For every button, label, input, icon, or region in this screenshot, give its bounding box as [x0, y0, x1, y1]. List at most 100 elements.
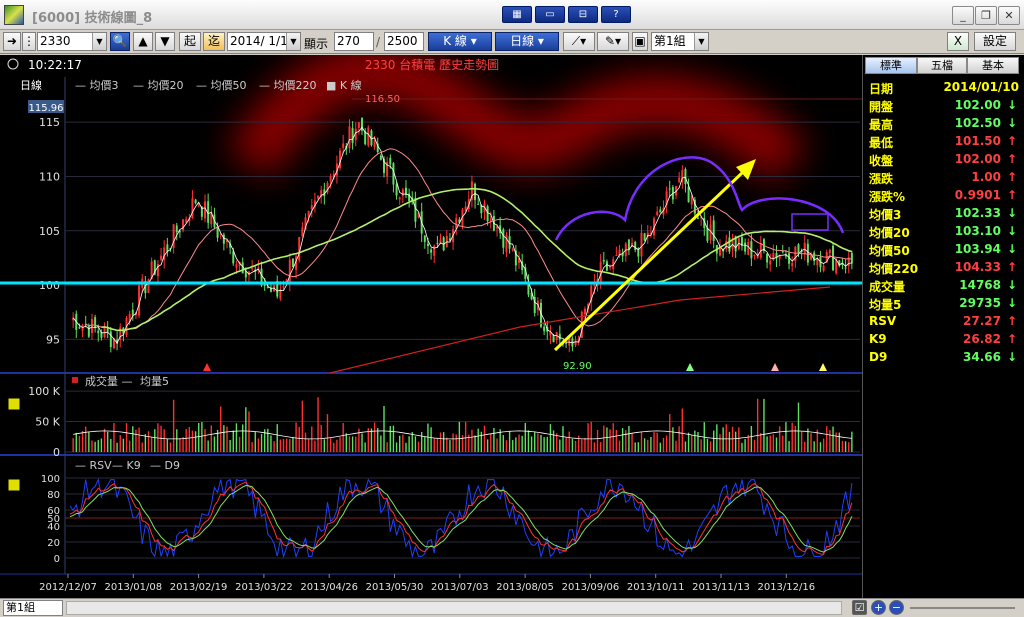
quote-label: 均價50 [869, 244, 910, 258]
candle-body [166, 244, 169, 252]
quote-label: 最高 [869, 118, 894, 132]
trend-arrow-line [553, 171, 744, 352]
display-total-input[interactable]: 2500 [384, 32, 424, 51]
arrow-down-icon[interactable]: ▼ [155, 32, 175, 51]
quote-label: 均價3 [869, 208, 902, 222]
date-picker[interactable]: 2014/ 1/10 ▼ [227, 32, 301, 51]
horizontal-scrollbar[interactable] [66, 601, 842, 615]
end-button[interactable]: 迄 [203, 32, 225, 51]
start-button[interactable]: 起 [179, 32, 201, 51]
quote-row: 均價3 102.33 ↓ [869, 206, 1019, 224]
candle-body [574, 340, 577, 346]
candle-body [317, 195, 320, 199]
candle-body [342, 143, 345, 148]
chevron-down-icon[interactable]: ▼ [694, 33, 708, 50]
candle-body [357, 122, 360, 128]
layout-window-icon[interactable]: ▭ [535, 6, 565, 23]
date-tick-label: 2013/12/16 [757, 582, 815, 593]
settings-button[interactable]: 設定 [974, 32, 1016, 51]
price-tick-label: 95 [46, 333, 60, 346]
price-tick-label: 105 [39, 225, 60, 238]
panel-tabs: 標準 五檔 基本 [863, 57, 1024, 74]
save-icon[interactable]: ▣ [632, 32, 648, 51]
help-icon[interactable]: ? [601, 6, 631, 23]
group-select[interactable]: 第1組 ▼ [651, 32, 709, 51]
candle-body [753, 254, 756, 256]
zoom-in-icon[interactable]: + [871, 600, 886, 615]
quote-value: 27.27 [963, 314, 1001, 328]
arrow-up-icon[interactable]: ▲ [133, 32, 153, 51]
eraser-icon[interactable]: ✎▾ [597, 32, 629, 51]
zoom-out-icon[interactable]: − [889, 600, 904, 615]
period-menu-label: 日線 [510, 34, 535, 48]
arrow-up-icon: ↑ [1006, 152, 1017, 166]
candle-body [659, 209, 662, 213]
date-tick-label: 2013/09/06 [562, 582, 620, 593]
quote-row: 均價50 103.94 ↓ [869, 242, 1019, 260]
layout-split-icon[interactable]: ⊟ [568, 6, 598, 23]
main-legend-item: — 均價50 [196, 78, 247, 92]
quote-row: 日期 2014/01/10 [869, 80, 1019, 98]
draw-line-icon[interactable]: ⟋▾ [563, 32, 595, 51]
candle-body [97, 330, 100, 334]
candle-body [634, 241, 637, 250]
maximize-button[interactable]: ❐ [975, 6, 997, 25]
candle-body [433, 245, 436, 256]
tab-five-levels[interactable]: 五檔 [917, 57, 967, 74]
collapse-volume-icon [7, 397, 21, 411]
display-count-input[interactable]: 270 [334, 32, 374, 51]
clock-icon [7, 58, 19, 70]
chart-svg[interactable]: 115 110 105 100 95 115.96 116.50 92.90 10:22:17 2… [0, 55, 862, 598]
candle-body [844, 267, 847, 269]
stock-code-input[interactable]: 2330 ▼ [37, 32, 107, 51]
period-menu-button[interactable]: 日線 ▾ [495, 32, 559, 51]
candle-body [389, 157, 392, 165]
quote-value: 102.00 [954, 152, 1001, 166]
status-bar: 第1組 ☑ + − [0, 598, 1024, 617]
quote-row: D9 34.66 ↓ [869, 350, 1019, 368]
candle-body [436, 242, 439, 244]
chart-area[interactable]: 115 110 105 100 95 115.96 116.50 92.90 10:22:17 2… [0, 55, 862, 598]
signal-marker [819, 363, 827, 371]
candle-body [379, 155, 382, 160]
arrow-right-icon[interactable]: ➜ [3, 32, 21, 51]
candle-body [291, 258, 294, 268]
candle-body [266, 287, 269, 289]
minimize-button[interactable]: _ [952, 6, 974, 25]
candle-body [769, 260, 772, 265]
candle-body [160, 255, 163, 260]
candle-body [373, 140, 376, 148]
candle-body [310, 205, 313, 210]
excel-icon[interactable]: X [947, 32, 969, 51]
chevron-down-icon[interactable]: ▼ [92, 33, 106, 50]
quote-label: 均價20 [869, 226, 910, 240]
quote-value: 34.66 [963, 350, 1001, 364]
app-logo-icon [4, 5, 24, 25]
checkbox-icon[interactable]: ☑ [852, 600, 867, 615]
chevron-down-icon[interactable]: ▼ [286, 33, 300, 50]
current-price-tag: 115.96 [29, 103, 64, 114]
arrow-down-icon: ↓ [1006, 350, 1017, 364]
layout-grid-icon[interactable]: ▦ [502, 6, 532, 23]
kd-tick-label: 0 [54, 554, 60, 565]
candle-body [288, 259, 291, 284]
slash-separator: / [376, 35, 381, 49]
app-window: [6000] 技術線圖_8 ▦ ▭ ⊟ ? _ ❐ ✕ ➜ ⋮ 2330 ▼ 🔍… [0, 0, 1024, 617]
zoom-slider[interactable] [910, 607, 1015, 609]
signal-marker [771, 363, 779, 371]
candle-body [640, 232, 643, 257]
quote-row: 漲跌% 0.9901 ↑ [869, 188, 1019, 206]
grip-icon[interactable]: ⋮ [22, 32, 36, 51]
quote-label: 成交量 [869, 280, 906, 294]
arrow-down-icon: ↓ [1006, 278, 1017, 292]
tab-standard[interactable]: 標準 [865, 57, 917, 74]
tab-basic[interactable]: 基本 [967, 57, 1019, 74]
quote-label: RSV [869, 314, 897, 328]
kline-menu-button[interactable]: K 線 ▾ [428, 32, 492, 51]
search-icon[interactable]: 🔍 [110, 32, 130, 51]
status-group-select[interactable]: 第1組 [3, 600, 63, 616]
close-button[interactable]: ✕ [998, 6, 1020, 25]
quote-row: 收盤 102.00 ↑ [869, 152, 1019, 170]
clock-time: 10:22:17 [28, 58, 82, 72]
arrow-down-icon: ↓ [1006, 98, 1017, 112]
